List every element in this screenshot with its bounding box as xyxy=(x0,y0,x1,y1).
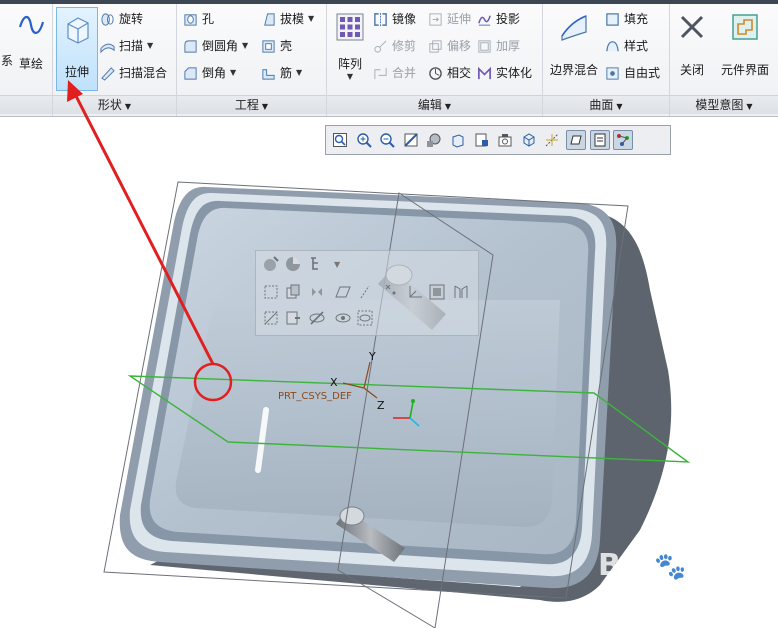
view-manager-icon[interactable] xyxy=(472,130,492,150)
show-icon[interactable] xyxy=(334,309,352,327)
spin-center-icon[interactable] xyxy=(519,130,539,150)
sketch-small-icon[interactable] xyxy=(428,283,446,301)
display-style-icon[interactable] xyxy=(424,130,444,150)
tree-icon[interactable] xyxy=(308,255,326,273)
copy-icon[interactable] xyxy=(284,283,302,301)
analysis-icon[interactable] xyxy=(284,309,302,327)
axis-z-label: Z xyxy=(377,399,385,412)
watermark-brand: Bai🐾经验 xyxy=(598,548,742,583)
view-toolbar xyxy=(325,125,671,155)
zoom-in-icon[interactable] xyxy=(354,130,374,150)
csys-label: PRT_CSYS_DEF xyxy=(278,391,352,402)
isolate-icon[interactable] xyxy=(356,309,374,327)
perspective-icon[interactable] xyxy=(495,130,515,150)
annotation-arrow-head xyxy=(67,80,83,102)
paw-icon: 🐾 xyxy=(654,552,688,582)
csys-small-icon[interactable] xyxy=(406,283,424,301)
zoom-out-icon[interactable] xyxy=(377,130,397,150)
datum-plane-tool-icon[interactable] xyxy=(262,283,280,301)
axis-display-icon[interactable] xyxy=(613,130,634,150)
axis-small-icon[interactable] xyxy=(356,283,374,301)
mini-dropdown-icon[interactable]: ▼ xyxy=(334,260,340,269)
point-small-icon[interactable] xyxy=(382,281,400,299)
appearance-gallery-icon[interactable] xyxy=(262,255,280,273)
watermark-url: jingyan.baidu.com xyxy=(608,588,728,603)
plane-display-icon[interactable] xyxy=(589,130,610,150)
datum-display-icon[interactable] xyxy=(542,130,562,150)
axis-x-label: X xyxy=(330,376,338,389)
mini-toolbar: ▼ xyxy=(255,250,479,336)
measure-icon[interactable] xyxy=(262,309,280,327)
hide-icon[interactable] xyxy=(308,309,326,327)
refit-icon[interactable] xyxy=(330,130,350,150)
repaint-icon[interactable] xyxy=(401,130,421,150)
open-section-icon[interactable] xyxy=(452,283,470,301)
mirror-small-icon[interactable] xyxy=(308,283,326,301)
axis-y-label: Y xyxy=(368,350,376,363)
plane-small-icon[interactable] xyxy=(334,283,352,301)
annotation-icon[interactable] xyxy=(565,130,586,150)
color-icon[interactable] xyxy=(284,255,302,273)
saved-orientations-icon[interactable] xyxy=(448,130,468,150)
